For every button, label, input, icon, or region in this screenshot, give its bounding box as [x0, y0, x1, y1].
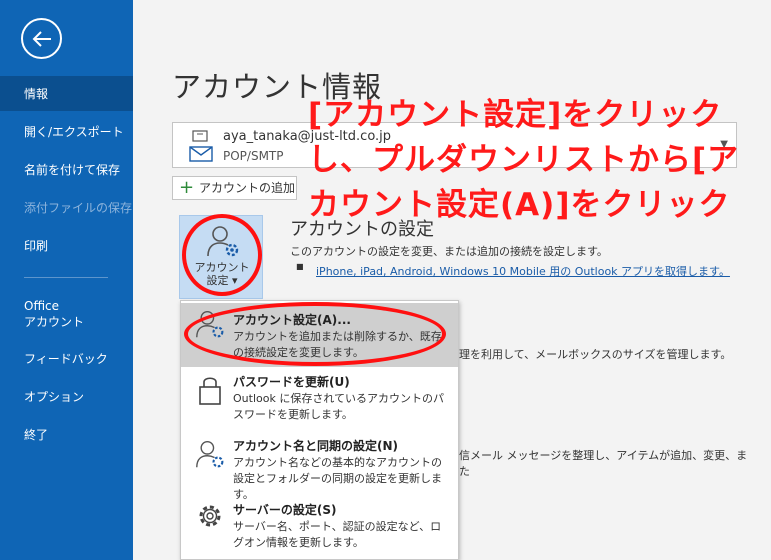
section-description: このアカウントの設定を変更、または追加の接続を設定します。	[290, 245, 608, 258]
sidebar-divider	[24, 277, 108, 278]
account-sync-icon	[196, 440, 224, 468]
sidebar-item-info[interactable]: 情報	[0, 76, 133, 111]
outlook-app-link[interactable]: iPhone, iPad, Android, Windows 10 Mobile…	[316, 263, 730, 279]
instruction-annotation: [アカウント設定]をクリックし、プルダウンリストから[アカウント設定(A)]をク…	[308, 97, 740, 223]
lock-icon	[199, 377, 221, 405]
account-type: POP/SMTP	[223, 149, 284, 163]
sidebar-item-print[interactable]: 印刷	[0, 238, 133, 254]
gear-icon	[199, 505, 221, 527]
plus-icon: +	[179, 177, 195, 198]
bullet-icon: ■	[296, 262, 304, 271]
back-arrow-icon	[32, 31, 51, 47]
mail-account-icon	[189, 130, 213, 162]
sidebar-item-options[interactable]: オプション	[0, 389, 133, 405]
highlight-ring-account-settings-item	[184, 302, 446, 366]
menu-item-title: サーバーの設定(S)	[233, 503, 337, 517]
menu-item-title: パスワードを更新(U)	[233, 375, 350, 389]
menu-item-desc: サーバー名、ポート、認証の設定など、ログオン情報を更新します。	[233, 520, 442, 549]
sidebar-item-office-account[interactable]: Office アカウント	[0, 298, 133, 330]
sidebar-item-save-attachments: 添付ファイルの保存	[24, 201, 133, 215]
back-button[interactable]	[21, 18, 62, 59]
mailbox-cleanup-text: 理を利用して、メールボックスのサイズを管理します。	[459, 348, 732, 361]
sidebar-item-save-as[interactable]: 名前を付けて保存	[0, 162, 133, 178]
rules-text-cont: た	[459, 465, 470, 478]
menu-item-desc: Outlook に保存されているアカウントのパスワードを更新します。	[233, 392, 444, 421]
rules-text: 信メール メッセージを整理し、アイテムが追加、変更、ま	[459, 449, 748, 462]
sidebar-item-open-export[interactable]: 開く/エクスポート	[0, 124, 133, 140]
add-account-label: アカウントの追加	[199, 181, 296, 195]
menu-item-title: アカウント名と同期の設定(N)	[233, 439, 399, 453]
menu-item-server-settings[interactable]: サーバーの設定(S) サーバー名、ポート、認証の設定など、ログオン情報を更新しま…	[181, 495, 458, 559]
highlight-ring-settings-button	[182, 214, 262, 296]
sidebar-item-feedback[interactable]: フィードバック	[0, 351, 133, 367]
backstage-sidebar: 情報 開く/エクスポート 名前を付けて保存 添付ファイルの保存 印刷 Offic…	[0, 0, 133, 560]
menu-item-name-sync[interactable]: アカウント名と同期の設定(N) アカウント名などの基本的なアカウントの設定とフォ…	[181, 431, 458, 501]
add-account-button[interactable]: + アカウントの追加	[172, 176, 297, 200]
menu-item-update-password[interactable]: パスワードを更新(U) Outlook に保存されているアカウントのパスワードを…	[181, 367, 458, 431]
sidebar-item-exit[interactable]: 終了	[0, 427, 133, 443]
